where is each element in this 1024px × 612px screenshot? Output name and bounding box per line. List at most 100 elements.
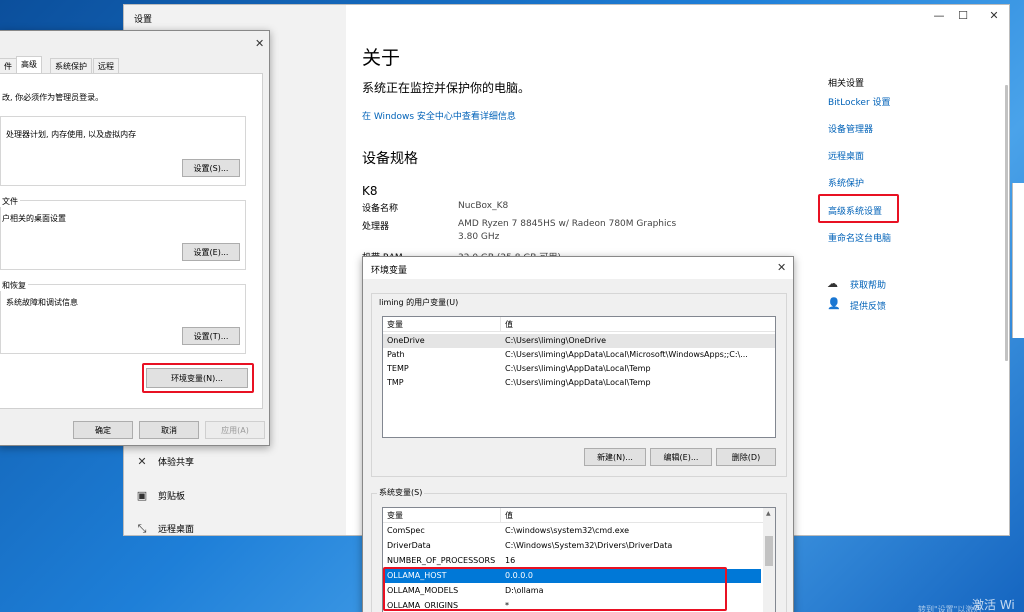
var-name: TEMP <box>387 364 409 373</box>
device-manager-link[interactable]: 设备管理器 <box>828 122 873 135</box>
startup-recovery-desc: 系统故障和调试信息 <box>6 298 78 307</box>
feedback-icon: 👤 <box>827 297 841 310</box>
system-vars-legend: 系统变量(S) <box>377 487 425 498</box>
var-value: C:\windows\system32\cmd.exe <box>505 526 629 535</box>
var-value: C:\Users\liming\OneDrive <box>505 336 606 345</box>
col-divider <box>500 508 501 522</box>
user-vars-header: 变量 值 <box>383 317 775 332</box>
nav-label: 剪贴板 <box>158 492 186 502</box>
user-vars-list[interactable]: 变量 值 OneDrive C:\Users\liming\OneDrive P… <box>382 316 776 438</box>
related-settings-heading: 相关设置 <box>828 79 865 89</box>
user-new-button[interactable]: 新建(N)... <box>584 448 646 466</box>
advanced-tab-panel: 改, 你必须作为管理员登录。 处理器计划, 内存使用, 以及虚拟内存 设置(S)… <box>0 73 263 409</box>
device-model: K8 <box>362 184 378 198</box>
highlight-ollama-vars <box>383 567 727 611</box>
var-name: OneDrive <box>387 336 425 345</box>
table-row[interactable]: NUMBER_OF_PROCESSORS 16 <box>383 554 761 568</box>
activation-watermark-sub: 转到"设置"以激活 <box>918 605 982 612</box>
nav-item-clipboard[interactable]: ▣ 剪贴板 <box>136 489 185 502</box>
user-profiles-settings-button[interactable]: 设置(E)... <box>182 243 240 261</box>
user-profiles-desc: 户相关的桌面设置 <box>2 214 66 223</box>
var-value: C:\Users\liming\AppData\Local\Microsoft\… <box>505 350 748 359</box>
spec-label-device-name: 设备名称 <box>362 204 399 214</box>
remote-desktop-link[interactable]: 远程桌面 <box>828 149 864 162</box>
apply-button[interactable]: 应用(A) <box>205 421 265 439</box>
tab-remote[interactable]: 远程 <box>93 58 119 73</box>
protection-status: 系统正在监控并保护你的电脑。 <box>362 81 531 95</box>
clipboard-icon: ▣ <box>136 488 148 502</box>
env-dialog-title: 环境变量 <box>371 266 408 276</box>
env-titlebar <box>363 257 793 279</box>
performance-desc: 处理器计划, 内存使用, 以及虚拟内存 <box>6 130 137 139</box>
tab-system-protection[interactable]: 系统保护 <box>50 58 92 73</box>
nav-label: 远程桌面 <box>158 525 195 535</box>
table-row[interactable]: DriverData C:\Windows\System32\Drivers\D… <box>383 539 761 553</box>
user-vars-legend: liming 的用户变量(U) <box>377 297 461 308</box>
admin-note: 改, 你必须作为管理员登录。 <box>2 93 104 102</box>
startup-recovery-settings-button[interactable]: 设置(T)... <box>182 327 240 345</box>
security-center-link[interactable]: 在 Windows 安全中心中查看详细信息 <box>362 109 516 122</box>
table-row[interactable]: TEMP C:\Users\liming\AppData\Local\Temp <box>383 362 775 376</box>
rename-pc-link[interactable]: 重命名这台电脑 <box>828 231 891 244</box>
cancel-button[interactable]: 取消 <box>139 421 199 439</box>
col-value-header[interactable]: 值 <box>505 319 513 330</box>
minimize-icon[interactable]: — <box>926 9 952 22</box>
col-value-header[interactable]: 值 <box>505 510 513 521</box>
user-edit-button[interactable]: 编辑(E)... <box>650 448 712 466</box>
var-name: DriverData <box>387 541 431 550</box>
bitlocker-link[interactable]: BitLocker 设置 <box>828 95 891 108</box>
get-help-link[interactable]: 获取帮助 <box>850 278 886 291</box>
startup-recovery-legend: 和恢复 <box>0 280 28 291</box>
remote-desktop-icon: ⤡ <box>137 521 147 535</box>
var-name: NUMBER_OF_PROCESSORS <box>387 556 496 565</box>
highlight-advanced-settings <box>818 194 899 223</box>
table-row[interactable]: ComSpec C:\windows\system32\cmd.exe <box>383 524 761 538</box>
settings-window-title: 设置 <box>134 15 153 25</box>
close-icon[interactable]: ✕ <box>981 9 1007 22</box>
highlight-env-button <box>142 363 254 393</box>
spec-heading: 设备规格 <box>362 151 418 167</box>
nav-item-shared-experiences[interactable]: ✕ 体验共享 <box>136 455 194 468</box>
col-variable-header[interactable]: 变量 <box>387 319 403 330</box>
performance-settings-button[interactable]: 设置(S)... <box>182 159 240 177</box>
ok-button[interactable]: 确定 <box>73 421 133 439</box>
background-window-edge <box>1012 183 1024 338</box>
spec-value-device-name: NucBox_K8 <box>458 201 509 211</box>
table-row[interactable]: TMP C:\Users\liming\AppData\Local\Temp <box>383 376 775 390</box>
system-vars-header: 变量 值 <box>383 508 775 523</box>
spec-label-processor: 处理器 <box>362 222 390 232</box>
spec-value-processor: AMD Ryzen 7 8845HS w/ Radeon 780M Graphi… <box>458 219 677 229</box>
system-protection-link[interactable]: 系统保护 <box>828 176 864 189</box>
system-properties-dialog: ✕ 件 高级 系统保护 远程 改, 你必须作为管理员登录。 处理器计划, 内存使… <box>0 30 270 446</box>
feedback-link[interactable]: 提供反馈 <box>850 299 886 312</box>
close-icon[interactable]: ✕ <box>255 37 264 50</box>
var-name: ComSpec <box>387 526 425 535</box>
scroll-thumb[interactable] <box>765 536 773 566</box>
var-value: C:\Users\liming\AppData\Local\Temp <box>505 364 651 373</box>
page-title: 关于 <box>362 47 401 69</box>
share-icon: ✕ <box>137 454 147 468</box>
nav-label: 体验共享 <box>158 458 195 468</box>
help-icon: ☁ <box>827 277 838 290</box>
environment-variables-dialog: 环境变量 ✕ liming 的用户变量(U) 变量 值 OneDrive C:\… <box>362 256 794 612</box>
col-variable-header[interactable]: 变量 <box>387 510 403 521</box>
user-profiles-legend: 文件 <box>0 196 20 207</box>
table-row[interactable]: OneDrive C:\Users\liming\OneDrive <box>383 334 775 348</box>
table-row[interactable]: Path C:\Users\liming\AppData\Local\Micro… <box>383 348 775 362</box>
tab-advanced[interactable]: 高级 <box>16 56 42 73</box>
spec-value-processor-speed: 3.80 GHz <box>458 232 500 242</box>
settings-scrollbar[interactable] <box>1005 85 1008 361</box>
var-value: 16 <box>505 556 516 565</box>
user-delete-button[interactable]: 删除(D) <box>716 448 776 466</box>
col-divider <box>500 317 501 331</box>
tab-hardware[interactable]: 件 <box>0 58 17 73</box>
var-value: C:\Users\liming\AppData\Local\Temp <box>505 378 651 387</box>
var-value: C:\Windows\System32\Drivers\DriverData <box>505 541 673 550</box>
var-name: TMP <box>387 378 404 387</box>
close-icon[interactable]: ✕ <box>777 261 786 274</box>
maximize-icon[interactable]: ☐ <box>950 9 976 22</box>
var-name: Path <box>387 350 405 359</box>
nav-item-remote-desktop[interactable]: ⤡ 远程桌面 <box>136 522 194 535</box>
scroll-up-icon[interactable]: ▲ <box>766 510 771 517</box>
system-vars-scrollbar[interactable]: ▲ <box>763 508 775 612</box>
